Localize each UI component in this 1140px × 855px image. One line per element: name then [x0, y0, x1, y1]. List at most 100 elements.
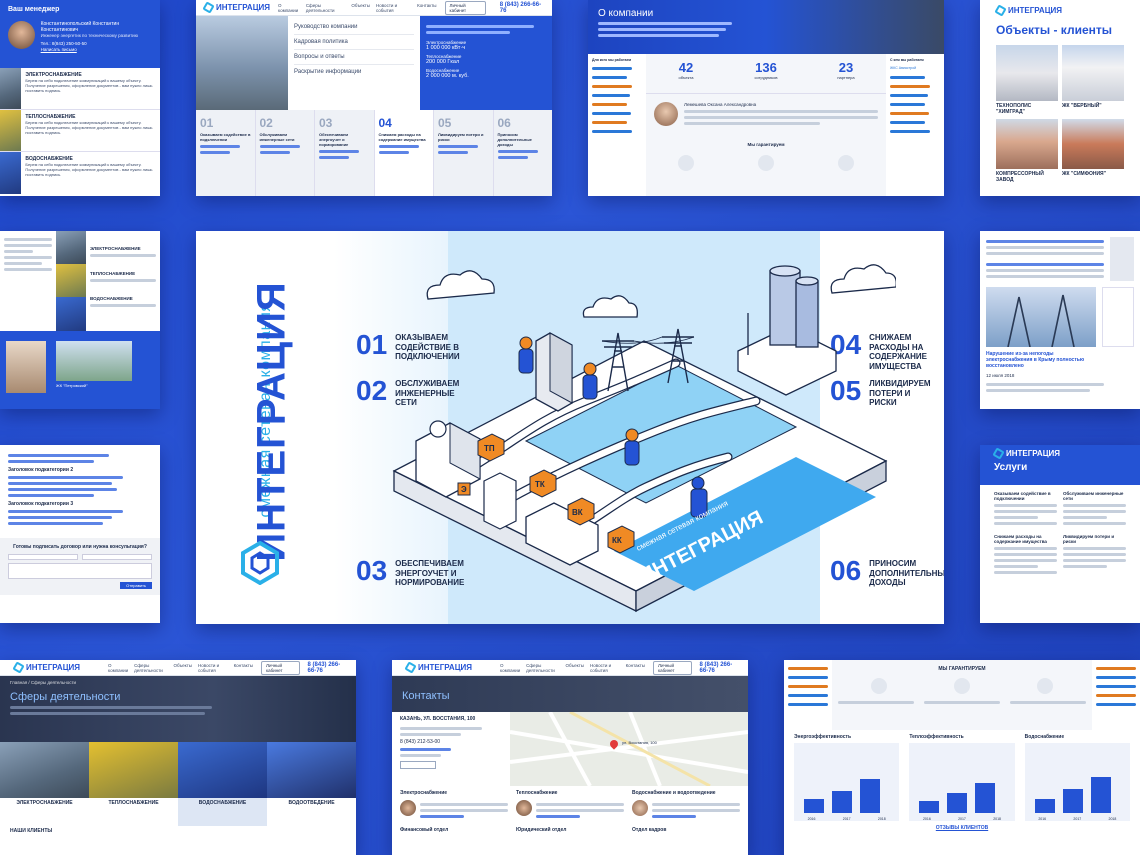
step-card[interactable]: 06 Приносим дополнительные доходы — [494, 110, 553, 196]
contact-col-title: Электроснабжение — [400, 790, 448, 796]
object-photo — [56, 341, 132, 381]
client-name: ТЕХНОПОЛИС "ХИМГРАД" — [996, 103, 1032, 115]
news-thumb — [1102, 287, 1134, 347]
year-label: 2016 — [922, 817, 931, 821]
step-card[interactable]: 03 Обеспечиваем энергоучет и нормирование — [315, 110, 375, 196]
service-row[interactable]: ТЕПЛОСНАБЖЕНИЕ Берем на себя подключение … — [0, 110, 160, 152]
logo[interactable]: ИНТЕГРАЦИЯ — [404, 661, 472, 674]
write-letter-link[interactable]: Написать письмо — [41, 47, 152, 52]
news-headline[interactable]: Нарушение из-за непогоды электроснабжени… — [980, 347, 1098, 373]
cabinet-button[interactable]: Личный кабинет — [261, 660, 300, 675]
step-card[interactable]: 05 Ликвидируем потери и риски — [434, 110, 494, 196]
logo-text: ИНТЕГРАЦИЯ — [26, 663, 81, 672]
guarantee-icon — [1036, 678, 1053, 694]
submit-button[interactable]: Отправить — [120, 582, 152, 589]
contact-phone[interactable]: 8 (843) 212-53-00 — [400, 739, 502, 745]
nav-item[interactable]: Объекты — [351, 3, 370, 13]
form-title: Готовы подписать договор или нужна консу… — [13, 544, 147, 550]
nav-item[interactable]: Контакты — [417, 3, 436, 13]
object-photo — [6, 341, 46, 393]
nav-item[interactable]: Новости и события — [198, 663, 228, 673]
person-name: Лемешева Оксана Александровна — [684, 102, 757, 107]
service-title[interactable]: ВОДОСНАБЖЕНИЕ — [90, 296, 156, 301]
client-name: ЖК "ВЕРБНЫЙ" — [1062, 103, 1102, 109]
logo[interactable]: ИНТЕГРАЦИЯ — [202, 1, 270, 14]
year-label: 2018 — [877, 817, 886, 821]
header-phone[interactable]: 8 (843) 266-66-76 — [700, 662, 740, 674]
sphere-card[interactable]: ВОДООТВЕДЕНИЕ — [267, 742, 356, 826]
counter-value: 136 — [755, 60, 777, 75]
uslugi-item[interactable]: Обслуживаем инженерные сети — [1063, 491, 1126, 528]
header-phone[interactable]: 8 (843) 266-66-76 — [500, 2, 544, 14]
sphere-title: ТЕПЛОСНАБЖЕНИЕ — [108, 800, 159, 806]
hero-stats: Электроснабжение 1 000 000 кВт·ч Теплосн… — [420, 16, 552, 110]
menu-item[interactable]: Вопросы и ответы — [294, 50, 414, 65]
uslugi-item[interactable]: Оказываем содействие в подключении — [994, 491, 1057, 528]
logo[interactable]: ИНТЕГРАЦИЯ — [12, 661, 81, 674]
counter-value: 23 — [838, 60, 854, 75]
nav-item[interactable]: Контакты — [234, 663, 253, 673]
sphere-title: ЭЛЕКТРОСНАБЖЕНИЕ — [16, 800, 73, 806]
nav-item[interactable]: О компании — [500, 663, 520, 673]
counters: 42 объекта 136 сотрудников 23 партнера — [646, 54, 886, 94]
cabinet-button[interactable]: Личный кабинет — [653, 660, 692, 675]
name-field[interactable] — [8, 554, 78, 560]
nav-item[interactable]: Новости и события — [376, 3, 411, 13]
client-card[interactable]: ЖК "СИМФОНИЯ" — [1062, 119, 1124, 183]
client-card[interactable]: КОМПРЕССОРНЫЙ ЗАВОД — [996, 119, 1058, 183]
nav-item[interactable]: О компании — [108, 663, 128, 673]
counter-label: партнера — [837, 75, 855, 80]
nav-item[interactable]: О компании — [278, 3, 300, 13]
contact-col-title: Водоснабжение и водоотведение — [632, 790, 716, 796]
sphere-card[interactable]: ТЕПЛОСНАБЖЕНИЕ — [89, 742, 178, 826]
message-field[interactable] — [8, 563, 152, 579]
uslugi-item-title: Ликвидируем потери и риски — [1063, 534, 1115, 544]
nav-item[interactable]: Сферы деятельности — [526, 663, 559, 673]
step-text: Оказываем содействие в подключении — [200, 132, 251, 142]
map[interactable]: ул. Восстания, 100 — [509, 710, 748, 788]
sphere-card[interactable]: ВОДОСНАБЖЕНИЕ — [178, 742, 267, 826]
tile-uslugi: ИНТЕГРАЦИЯ Услуги Оказываем содействие в… — [980, 445, 1140, 623]
client-card[interactable]: ТЕХНОПОЛИС "ХИМГРАД" — [996, 45, 1058, 115]
nav-item[interactable]: Сферы деятельности — [306, 3, 346, 13]
tile-services-mini: ЭЛЕКТРОСНАБЖЕНИЕ ТЕПЛОСНАБЖЕНИЕ ВОДОСНАБ… — [0, 231, 160, 409]
logo-hex-icon — [992, 447, 1005, 460]
nav-item[interactable]: Контакты — [626, 663, 645, 673]
service-title[interactable]: ТЕПЛОСНАБЖЕНИЕ — [90, 271, 156, 276]
header-phone[interactable]: 8 (843) 266-66-76 — [308, 662, 348, 674]
partner-item[interactable]: ЖКС Авиастрой — [890, 66, 940, 70]
uslugi-item[interactable]: Снижаем расходы на содержание имущества — [994, 534, 1057, 577]
client-card[interactable]: ЖК "ВЕРБНЫЙ" — [1062, 45, 1124, 115]
step-card-active[interactable]: 04 Снижаем расходы на содержание имуществ… — [374, 110, 434, 196]
nav-item[interactable]: Объекты — [565, 663, 584, 673]
worker-icon — [582, 362, 598, 400]
route-button[interactable] — [400, 761, 436, 769]
guarantee-icon — [678, 155, 694, 171]
client-name: КОМПРЕССОРНЫЙ ЗАВОД — [996, 171, 1044, 183]
service-row[interactable]: ЭЛЕКТРОСНАБЖЕНИЕ Берем на себя подключени… — [0, 68, 160, 110]
sphere-card[interactable]: ЭЛЕКТРОСНАБЖЕНИЕ — [0, 742, 89, 826]
service-row[interactable]: ВОДОСНАБЖЕНИЕ Берем на себя подключение к… — [0, 152, 160, 194]
breadcrumb: Главная / Сферы деятельности — [10, 680, 77, 685]
nav-item[interactable]: Новости и события — [590, 663, 620, 673]
menu-item[interactable]: Раскрытие информации — [294, 65, 414, 79]
step-card[interactable]: 01 Оказываем содействие в подключении — [196, 110, 256, 196]
about-title: О компании — [598, 8, 654, 19]
step-text: Приносим дополнительные доходы — [497, 132, 532, 147]
chart-title: Теплоэффективность — [909, 734, 964, 740]
reviews-link[interactable]: ОТЗЫВЫ КЛИЕНТОВ — [784, 825, 1140, 831]
uslugi-item[interactable]: Ликвидируем потери и риски — [1063, 534, 1126, 577]
contact-col-title: Теплоснабжение — [516, 790, 558, 796]
cabinet-button[interactable]: Личный кабинет — [444, 0, 486, 15]
step-card[interactable]: 02 Обслуживаем инженерные сети — [256, 110, 315, 196]
nav-item[interactable]: Сферы деятельности — [134, 663, 167, 673]
menu-item[interactable]: Кадровая политика — [294, 35, 414, 50]
menu-item[interactable]: Руководство компании — [294, 20, 414, 35]
testimonial: Лемешева Оксана Александровна — [646, 94, 886, 136]
service-title[interactable]: ЭЛЕКТРОСНАБЖЕНИЕ — [90, 246, 156, 251]
logo: ИНТЕГРАЦИЯ — [980, 0, 1140, 17]
logo-text: ИНТЕГРАЦИЯ — [1006, 449, 1061, 458]
nav-item[interactable]: Объекты — [173, 663, 192, 673]
mini-chart: Водоснабжение 2016 2017 2018 — [1024, 734, 1130, 821]
phone-field[interactable] — [82, 554, 152, 560]
